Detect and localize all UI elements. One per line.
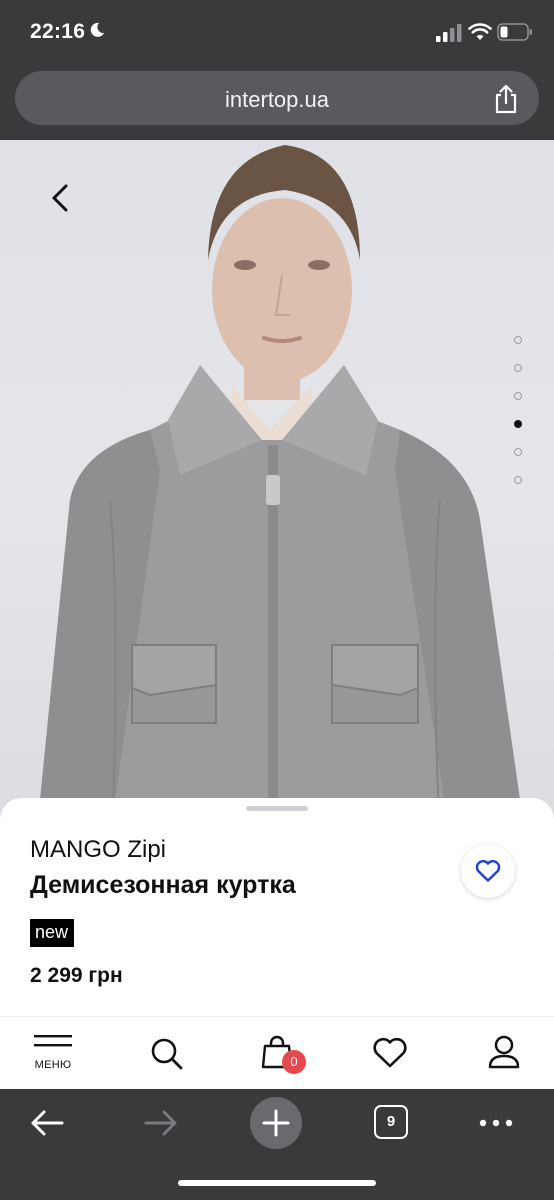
product-title: Демисезонная куртка bbox=[30, 871, 296, 899]
product-brand[interactable]: MANGO Zipi bbox=[30, 836, 166, 864]
user-icon bbox=[488, 1035, 520, 1069]
signal-icon bbox=[436, 24, 462, 42]
status-time: 22:16 bbox=[30, 20, 86, 43]
menu-label: МЕНЮ bbox=[34, 1059, 72, 1071]
gallery-dot[interactable] bbox=[514, 476, 522, 484]
product-info-sheet: MANGO Zipi Демисезонная куртка new 2 299… bbox=[0, 798, 554, 1016]
gallery-dot[interactable] bbox=[514, 336, 522, 344]
cart-count-badge: 0 bbox=[282, 1050, 306, 1074]
new-tab-button[interactable] bbox=[250, 1097, 302, 1149]
gallery-dot-active[interactable] bbox=[514, 420, 522, 428]
back-chevron-icon[interactable] bbox=[44, 180, 80, 216]
search-icon bbox=[151, 1038, 183, 1070]
gallery-dot[interactable] bbox=[514, 448, 522, 456]
nav-profile[interactable] bbox=[459, 1017, 549, 1090]
gallery-dot[interactable] bbox=[514, 364, 522, 372]
favorite-button[interactable] bbox=[461, 844, 515, 898]
address-bar-area: intertop.ua bbox=[0, 66, 554, 140]
browser-toolbar: 9 bbox=[0, 1089, 554, 1200]
home-indicator bbox=[178, 1180, 376, 1186]
nav-cart[interactable]: 0 bbox=[232, 1017, 322, 1090]
app-bottom-nav: МЕНЮ 0 bbox=[0, 1016, 554, 1090]
url-text[interactable]: intertop.ua bbox=[15, 87, 539, 113]
arrow-right-icon[interactable] bbox=[142, 1101, 180, 1145]
battery-icon bbox=[497, 23, 532, 41]
arrow-left-icon[interactable] bbox=[28, 1101, 66, 1145]
product-image[interactable] bbox=[0, 140, 554, 840]
heart-nav-icon bbox=[373, 1037, 407, 1068]
moon-icon bbox=[90, 22, 104, 37]
nav-favorites[interactable] bbox=[345, 1017, 435, 1090]
menu-icon bbox=[34, 1035, 72, 1047]
nav-search[interactable] bbox=[122, 1017, 212, 1090]
nav-menu[interactable]: МЕНЮ bbox=[8, 1017, 98, 1090]
product-photo-illustration bbox=[40, 145, 520, 840]
new-badge: new bbox=[30, 919, 75, 947]
sheet-grabber[interactable] bbox=[246, 806, 308, 811]
wifi-icon bbox=[468, 23, 492, 40]
status-bar: 22:16 bbox=[0, 0, 554, 66]
tabs-button[interactable]: 9 bbox=[374, 1105, 408, 1139]
heart-icon bbox=[475, 859, 501, 882]
product-price: 2 299 грн bbox=[30, 964, 123, 987]
share-icon[interactable] bbox=[493, 84, 519, 114]
plus-icon bbox=[262, 1109, 290, 1137]
gallery-pagination bbox=[514, 336, 526, 504]
address-bar[interactable]: intertop.ua bbox=[15, 71, 539, 125]
gallery-dot[interactable] bbox=[514, 392, 522, 400]
more-icon[interactable] bbox=[477, 1101, 515, 1145]
